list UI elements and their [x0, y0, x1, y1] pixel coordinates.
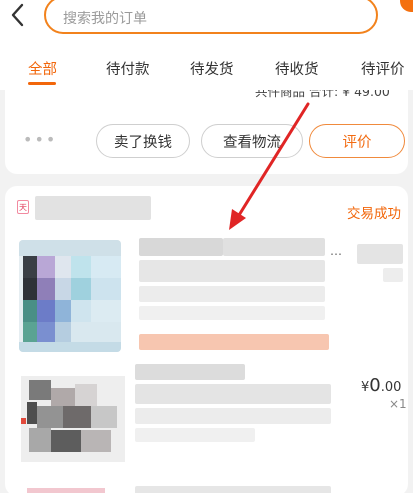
more-icon[interactable]: ••• [23, 130, 57, 149]
shop-name-blurred[interactable] [35, 196, 151, 220]
product-title-blurred-2 [223, 238, 325, 256]
product-price-blurred [357, 244, 403, 264]
tab-all[interactable]: 全部 [28, 58, 57, 79]
search-placeholder: 搜索我的订单 [63, 11, 147, 27]
review-button[interactable]: 评价 [309, 124, 405, 158]
product-qty-2: ×1 [389, 397, 407, 411]
order-card: 天 交易成功 … ¥0.00 ×1 [5, 186, 408, 493]
product-spec-blurred [139, 286, 325, 302]
search-input[interactable]: 搜索我的订单 [44, 0, 378, 34]
product-qty-blurred [383, 268, 403, 282]
product-spec-blurred-2 [139, 306, 325, 320]
tab-pending-review[interactable]: 待评价 [361, 58, 405, 79]
view-logistics-button[interactable]: 查看物流 [201, 124, 303, 158]
order-status: 交易成功 [347, 206, 401, 222]
header: 搜索我的订单 全部 待付款 待发货 待收货 待评价 [0, 0, 413, 90]
product-spec-2-blurred [135, 408, 331, 424]
product-title-2-blurred [135, 364, 245, 380]
product-title-blurred-3 [139, 260, 325, 282]
order-tabs: 全部 待付款 待发货 待收货 待评价 [0, 54, 413, 88]
product-title-3-blurred [135, 486, 331, 493]
product-image[interactable] [19, 240, 121, 352]
tab-pending-receipt[interactable]: 待收货 [275, 58, 319, 79]
active-tab-indicator [28, 82, 56, 85]
product-image-3-partial[interactable] [27, 488, 105, 493]
product-image-2[interactable] [21, 376, 125, 462]
tmall-badge-icon: 天 [17, 200, 29, 214]
product-tags-blurred [139, 334, 329, 350]
order-summary-text: 共件商品 合计: ¥ 49.00 [255, 90, 390, 99]
price-integer: 0 [369, 375, 381, 396]
product-title-2-blurred-b [135, 384, 331, 404]
ellipsis-icon: … [330, 244, 342, 258]
back-arrow-icon[interactable] [6, 2, 30, 30]
notification-badge[interactable] [400, 0, 413, 12]
order-card-previous: 共件商品 合计: ¥ 49.00 ••• 卖了换钱 查看物流 评价 [5, 90, 408, 174]
sell-button[interactable]: 卖了换钱 [96, 124, 190, 158]
tab-pending-payment[interactable]: 待付款 [106, 58, 150, 79]
product-spec-2-blurred-b [135, 428, 255, 442]
product-title-blurred [139, 238, 223, 256]
tab-pending-shipment[interactable]: 待发货 [190, 58, 234, 79]
price-decimal: .00 [380, 380, 402, 395]
product-price-2: ¥0.00 [361, 375, 401, 396]
